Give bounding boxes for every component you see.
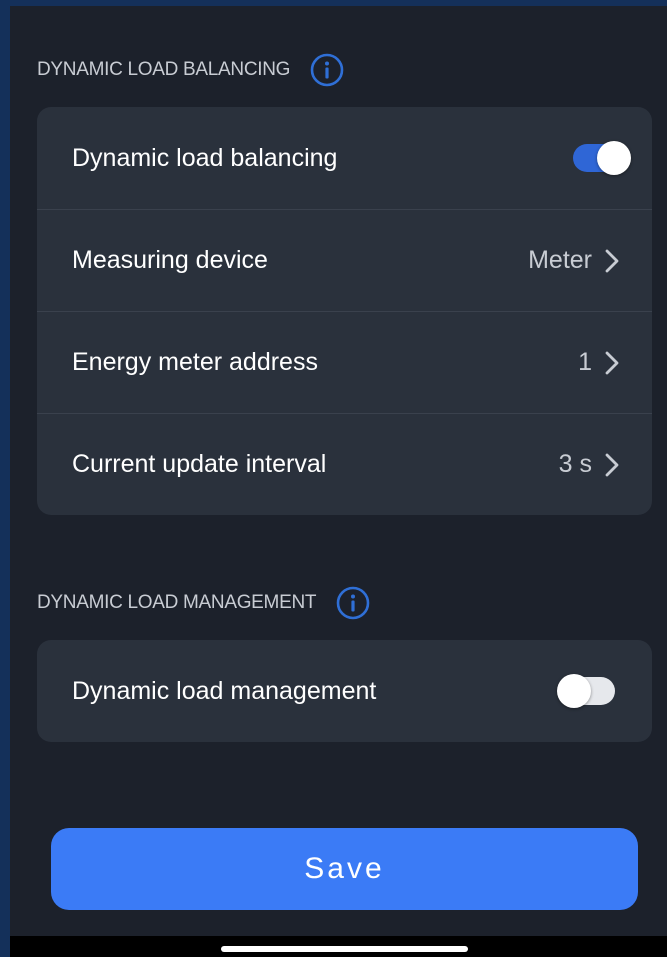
row-current-update-interval[interactable]: Current update interval 3 s <box>37 413 652 515</box>
chevron-right-icon <box>605 351 619 374</box>
row-energy-meter-address[interactable]: Energy meter address 1 <box>37 311 652 413</box>
row-dynamic-load-balancing[interactable]: Dynamic load balancing <box>37 107 652 209</box>
row-value: Meter <box>528 246 592 274</box>
row-label: Dynamic load management <box>72 676 377 705</box>
toggle-knob <box>557 674 591 708</box>
chevron-right-icon <box>605 249 619 272</box>
dynamic-load-balancing-toggle[interactable] <box>573 141 631 175</box>
save-button[interactable]: Save <box>51 828 638 910</box>
row-label: Measuring device <box>72 246 268 274</box>
info-icon[interactable] <box>336 586 370 620</box>
dynamic-load-management-toggle[interactable] <box>557 674 615 708</box>
section-title: DYNAMIC LOAD BALANCING <box>37 59 291 80</box>
row-value: 1 <box>578 348 592 376</box>
row-label: Energy meter address <box>72 348 318 376</box>
toggle-knob <box>597 141 631 175</box>
info-icon[interactable] <box>310 53 344 87</box>
row-label: Dynamic load balancing <box>72 143 338 172</box>
section-header-management: DYNAMIC LOAD MANAGEMENT <box>37 586 370 620</box>
management-card: Dynamic load management <box>37 640 652 742</box>
row-label: Current update interval <box>72 450 327 478</box>
section-title: DYNAMIC LOAD MANAGEMENT <box>37 592 317 613</box>
section-header-balancing: DYNAMIC LOAD BALANCING <box>37 53 344 87</box>
row-dynamic-load-management[interactable]: Dynamic load management <box>37 640 652 742</box>
home-indicator[interactable] <box>221 946 468 952</box>
balancing-card: Dynamic load balancing Measuring device … <box>37 107 652 515</box>
chevron-right-icon <box>605 453 619 476</box>
row-value: 3 s <box>558 450 592 478</box>
row-measuring-device[interactable]: Measuring device Meter <box>37 209 652 311</box>
